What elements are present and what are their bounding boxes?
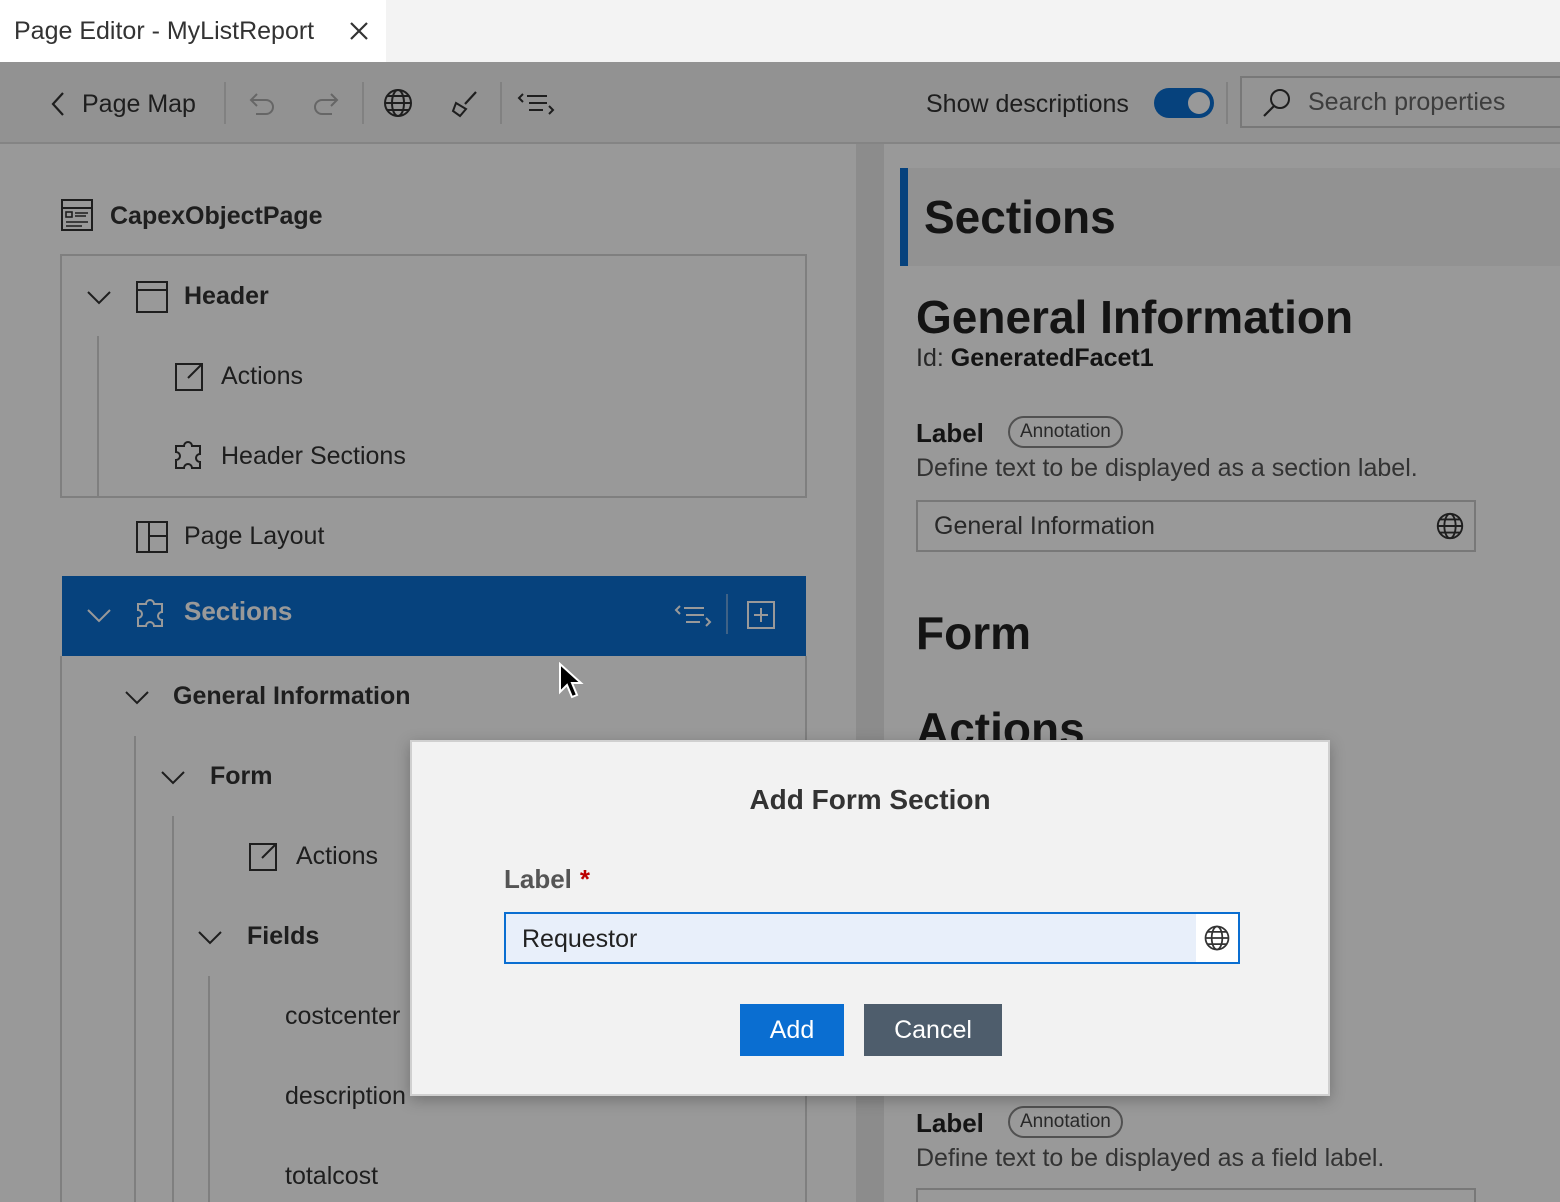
- tab-bar: Page Editor - MyListReport: [0, 0, 1560, 62]
- label-input-value: Requestor: [522, 925, 638, 953]
- cancel-button[interactable]: Cancel: [864, 1004, 1002, 1056]
- globe-icon[interactable]: [1196, 914, 1238, 962]
- mouse-pointer-icon: [558, 662, 584, 702]
- editor-tab[interactable]: Page Editor - MyListReport: [0, 0, 386, 62]
- dialog-label-text: Label: [504, 864, 572, 894]
- label-input[interactable]: Requestor: [504, 912, 1240, 964]
- dialog-label: Label *: [504, 864, 590, 895]
- tab-title: Page Editor - MyListReport: [14, 16, 315, 45]
- dialog-title: Add Form Section: [749, 784, 991, 815]
- add-form-section-dialog: Add Form Section Label * Requestor Add Ca…: [410, 740, 1330, 1096]
- required-marker: *: [579, 864, 591, 894]
- close-icon[interactable]: [346, 18, 372, 44]
- add-button[interactable]: Add: [740, 1004, 844, 1056]
